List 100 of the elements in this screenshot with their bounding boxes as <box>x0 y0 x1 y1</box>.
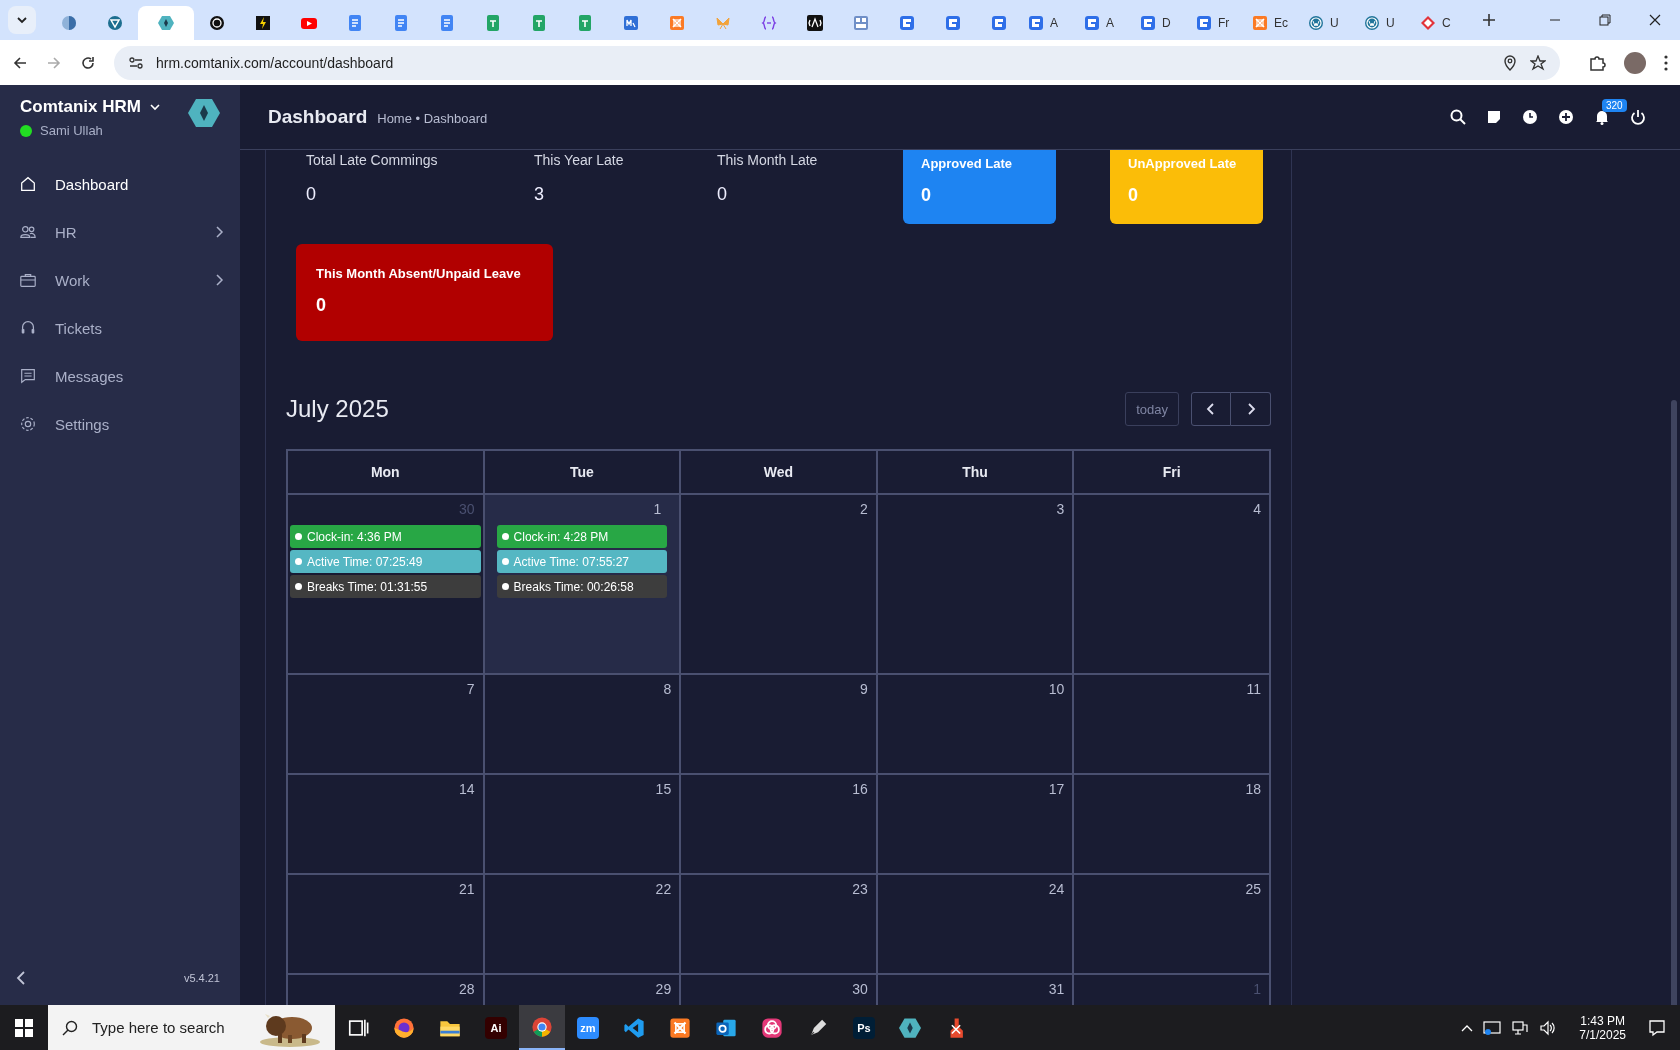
day-cell[interactable]: 16 <box>680 774 877 874</box>
day-cell[interactable]: 25 <box>1073 874 1270 974</box>
day-cell[interactable]: 7 <box>287 674 484 774</box>
day-number: 7 <box>466 681 475 697</box>
restore-icon[interactable] <box>1599 14 1611 26</box>
note-icon[interactable] <box>1486 109 1502 125</box>
collapse-icon[interactable] <box>16 971 26 985</box>
taskbar-app[interactable]: Ai <box>473 1005 519 1050</box>
tab-search-button[interactable] <box>8 6 36 34</box>
nav-item[interactable]: HR <box>0 208 240 256</box>
day-cell[interactable]: 15 <box>483 774 681 874</box>
nav-item[interactable]: Work <box>0 256 240 304</box>
nav-item[interactable]: Dashboard <box>0 160 240 208</box>
day-cell[interactable]: 8 <box>483 674 681 774</box>
next-button[interactable] <box>1231 392 1271 426</box>
nav-item[interactable]: Messages <box>0 352 240 400</box>
browser-tab[interactable]: A <box>1022 6 1078 40</box>
weekday-header: Mon <box>287 450 484 494</box>
calendar-event[interactable]: Breaks Time: 01:31:55 <box>290 575 481 598</box>
tab-icon <box>439 15 455 31</box>
version-label: v5.4.21 <box>183 972 220 984</box>
app-icon[interactable] <box>623 1016 645 1039</box>
chevron-down-icon[interactable] <box>148 101 161 113</box>
app-icon[interactable] <box>761 1016 783 1039</box>
day-cell[interactable]: 17 <box>876 774 1074 874</box>
taskbar-app[interactable]: Ps <box>841 1005 887 1050</box>
site-settings-icon[interactable] <box>128 54 144 71</box>
today-button[interactable]: today <box>1125 392 1179 426</box>
day-cell[interactable]: 3 <box>876 494 1074 674</box>
location-pin-icon[interactable] <box>1502 54 1518 71</box>
stat-value: 0 <box>1128 185 1139 206</box>
network-icon[interactable] <box>1511 1019 1530 1036</box>
browser-tab[interactable]: A <box>1078 6 1134 40</box>
search-field[interactable]: Type here to search <box>90 1018 244 1037</box>
app-icon[interactable] <box>899 1016 921 1039</box>
back-icon[interactable] <box>12 54 28 71</box>
app-icon[interactable] <box>393 1016 415 1039</box>
day-number: 21 <box>459 881 475 897</box>
taskbar-search-bar[interactable]: Type here to search <box>48 1005 335 1050</box>
clock-time[interactable]: 1:43 PM <box>1580 1013 1625 1028</box>
day-cell[interactable]: 21 <box>287 874 484 974</box>
tab-icon <box>623 15 639 31</box>
day-cell[interactable]: 11 <box>1073 674 1270 774</box>
day-number: 10 <box>1048 681 1065 697</box>
app-icon[interactable] <box>531 1015 553 1038</box>
day-number: 31 <box>1048 981 1065 997</box>
notification-icon[interactable] <box>1648 1018 1666 1037</box>
app-icon[interactable]: Ps <box>853 1016 875 1039</box>
day-cell[interactable]: 2 <box>680 494 877 674</box>
close-icon[interactable] <box>1649 14 1661 26</box>
app-icon[interactable] <box>669 1016 691 1039</box>
clock-icon[interactable] <box>1522 109 1538 125</box>
windows-icon[interactable] <box>15 1018 33 1037</box>
day-cell[interactable]: 30 Clock-in: 4:36 PM Active Time: 07:25:49 Breaks Time: 01:31:55 <box>287 494 484 674</box>
browser-tab[interactable]: Fr <box>1190 6 1246 40</box>
day-cell[interactable]: 10 <box>876 674 1074 774</box>
browser-tab[interactable]: Ec <box>1246 6 1302 40</box>
users-icon <box>19 223 37 241</box>
chevron-up-icon[interactable] <box>1461 1023 1474 1032</box>
nav-item[interactable]: Tickets <box>0 304 240 352</box>
app-icon[interactable]: Ai <box>485 1016 507 1039</box>
browser-tab[interactable]: U <box>1302 6 1358 40</box>
star-icon[interactable] <box>1530 54 1546 71</box>
menu-icon[interactable] <box>1664 54 1668 71</box>
taskbar-app[interactable] <box>519 1005 565 1050</box>
calendar-title: July 2025 <box>286 395 389 423</box>
chevron-down-icon[interactable] <box>16 14 28 26</box>
volume-icon[interactable] <box>1539 1019 1558 1036</box>
previous-button[interactable] <box>1191 392 1231 426</box>
notification-badge: 320 <box>1602 99 1627 112</box>
browser-tab[interactable]: C <box>1414 6 1470 40</box>
search-icon[interactable] <box>62 1019 78 1036</box>
calendar-event[interactable]: Breaks Time: 00:26:58 <box>496 575 668 598</box>
chevron-left-icon[interactable] <box>1206 402 1216 416</box>
breadcrumb[interactable]: Home • Dashboard <box>377 110 488 126</box>
power-icon[interactable] <box>1630 109 1646 125</box>
day-cell[interactable]: 23 <box>680 874 877 974</box>
clock-date[interactable]: 7/1/2025 <box>1579 1027 1626 1042</box>
day-number: 14 <box>459 781 475 797</box>
address-bar[interactable]: hrm.comtanix.com/account/dashboard <box>114 45 1560 80</box>
reload-icon[interactable] <box>80 54 96 71</box>
day-cell[interactable]: 4 <box>1073 494 1270 674</box>
day-cell[interactable]: 24 <box>876 874 1074 974</box>
browser-tab[interactable]: U <box>1358 6 1414 40</box>
nav-item[interactable]: Settings <box>0 400 240 448</box>
bell-icon[interactable] <box>1594 109 1610 125</box>
day-cell[interactable]: 1 Clock-in: 4:28 PM Active Time: 07:55:27 Breaks Time: 00:26:58 <box>483 494 681 674</box>
chevron-right-icon[interactable] <box>1245 402 1256 416</box>
brand-name[interactable]: Comtanix HRM <box>20 97 141 117</box>
day-cell[interactable]: 14 <box>287 774 484 874</box>
puzzle-icon[interactable] <box>1588 53 1606 72</box>
day-cell[interactable]: 18 <box>1073 774 1270 874</box>
browser-tab[interactable]: D <box>1134 6 1190 40</box>
plus-icon[interactable] <box>1558 109 1574 125</box>
scrollbar[interactable] <box>1671 400 1677 1005</box>
profile-avatar[interactable] <box>1624 51 1646 74</box>
search-icon[interactable] <box>1450 109 1466 125</box>
day-cell[interactable]: 22 <box>483 874 681 974</box>
device-icon[interactable] <box>1483 1019 1502 1036</box>
day-cell[interactable]: 9 <box>680 674 877 774</box>
